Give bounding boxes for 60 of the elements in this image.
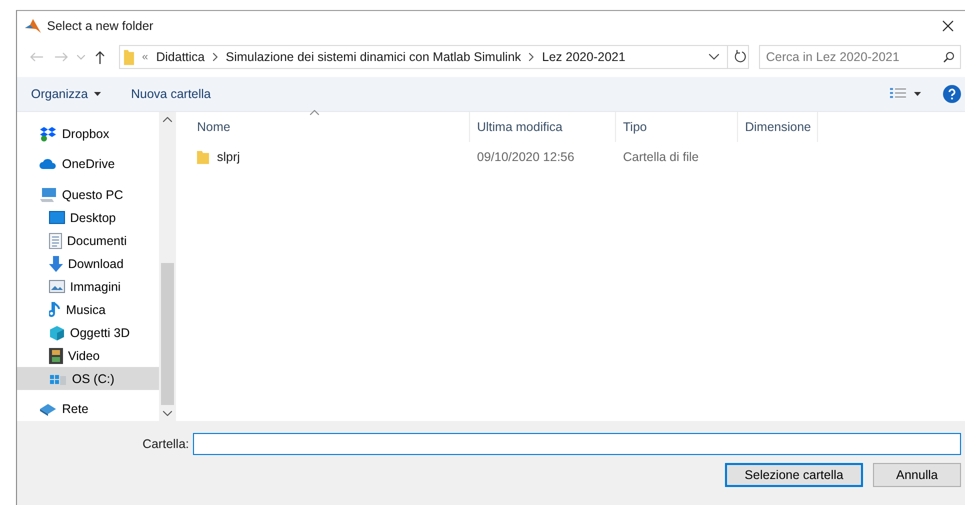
dialog-button[interactable]: Annulla [873, 463, 961, 487]
app-logo-icon [25, 19, 41, 33]
table-cell: Cartella di file [623, 150, 699, 164]
folder-icon [124, 49, 134, 65]
film-icon [49, 348, 63, 364]
sidebar-item[interactable]: Desktop [17, 206, 159, 230]
sidebar-item[interactable]: Immagini [17, 275, 159, 298]
cloud-icon [39, 158, 57, 170]
document-icon [49, 232, 62, 249]
breadcrumb-item[interactable]: Didattica [156, 50, 205, 64]
caret-icon [94, 92, 101, 96]
table-cell: 09/10/2020 12:56 [477, 150, 574, 164]
sidebar-item[interactable]: Questo PC [17, 183, 159, 206]
computer-icon [39, 186, 57, 203]
download-arrow-icon [49, 256, 63, 272]
help-icon[interactable] [943, 85, 961, 103]
window-title: Select a new folder [47, 19, 154, 33]
table-cell[interactable]: slprj [217, 150, 240, 164]
search-field[interactable]: Cerca in Lez 2020-2021 [759, 45, 961, 69]
sidebar-item[interactable]: Documenti [17, 229, 159, 252]
refresh-icon[interactable] [727, 46, 748, 68]
close-icon[interactable] [942, 20, 954, 32]
dropdown-chevron-icon[interactable] [709, 54, 719, 60]
sidebar-item[interactable]: Musica [17, 298, 159, 322]
up-arrow-icon[interactable] [93, 50, 107, 64]
cube-icon [49, 324, 65, 341]
caret-icon[interactable] [914, 92, 921, 96]
toolbar-button[interactable]: Organizza [27, 84, 105, 104]
image-icon [49, 280, 65, 294]
music-note-icon [49, 302, 61, 318]
column-header[interactable]: Ultima modifica [470, 112, 616, 142]
breadcrumb-item[interactable]: Lez 2020-2021 [542, 50, 626, 64]
column-header[interactable]: Tipo [616, 112, 738, 142]
chevron-right-icon[interactable] [529, 53, 534, 61]
folder-input-field[interactable] [193, 433, 961, 455]
dialog-button[interactable]: Selezione cartella [725, 463, 863, 487]
scroll-up-icon[interactable] [163, 117, 172, 122]
breadcrumb-item[interactable]: Simulazione dei sistemi dinamici con Matlab Simulink [226, 50, 522, 64]
sidebar-item[interactable]: OS (C:) [17, 367, 159, 390]
address-bar[interactable]: « Didattica Simulazione dei sistemi dinamici con Matlab Simulink Lez 2020-2021 [119, 45, 749, 69]
sidebar-item[interactable]: Oggetti 3D [17, 321, 159, 344]
overflow-chevron[interactable]: « [142, 51, 148, 63]
folder-icon [197, 150, 209, 164]
toolbar-button[interactable]: Nuova cartella [126, 84, 215, 104]
desktop-icon [49, 211, 65, 224]
sidebar-item[interactable]: Dropbox [17, 122, 159, 146]
dropbox-icon [39, 126, 57, 142]
sidebar-item[interactable]: Rete [17, 398, 159, 422]
sidebar-item[interactable]: OneDrive [17, 152, 159, 176]
sidebar-item[interactable]: Video [17, 344, 159, 368]
sidebar-item[interactable]: Download [17, 252, 159, 276]
search-icon [943, 51, 955, 63]
chevron-right-icon[interactable] [212, 53, 218, 61]
column-header[interactable]: Nome [190, 112, 470, 142]
field-label: Cartella: [142, 437, 189, 451]
column-header[interactable]: Dimensione [738, 112, 818, 142]
scroll-down-icon[interactable] [163, 410, 172, 416]
scrollbar-thumb[interactable] [161, 262, 174, 406]
view-options-icon[interactable] [890, 88, 906, 100]
network-icon [39, 402, 57, 416]
